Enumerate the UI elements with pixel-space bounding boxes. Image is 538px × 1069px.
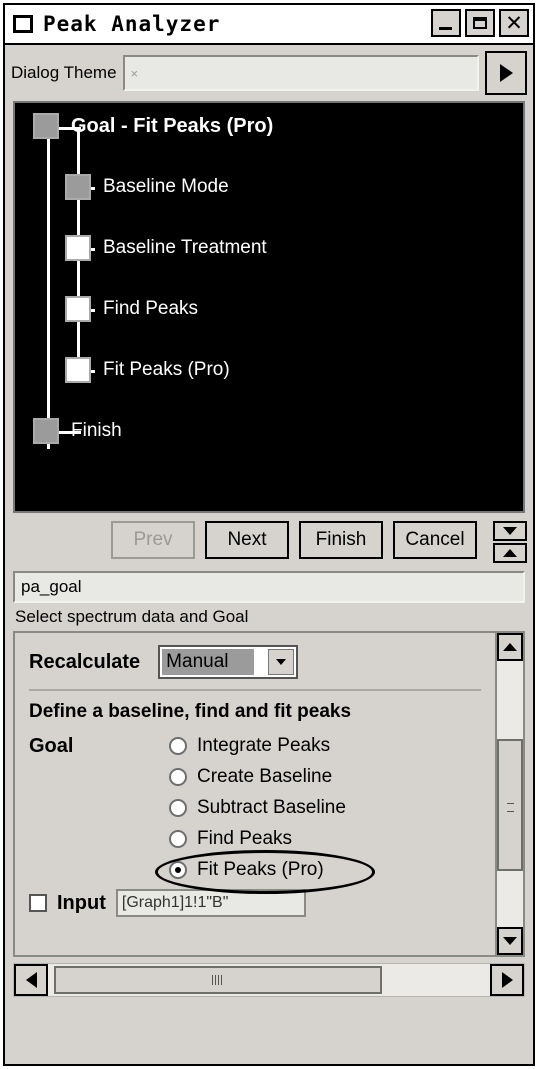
radio-icon [169,737,187,755]
scroll-up-button[interactable] [497,633,523,661]
dialog-theme-label: Dialog Theme [11,63,117,82]
tree-node-goal[interactable]: Goal - Fit Peaks (Pro) [33,113,273,139]
status-text: Select spectrum data and Goal [15,607,249,626]
grip-icon [212,975,224,985]
goal-option-fit-peaks-pro[interactable]: Fit Peaks (Pro) [155,850,375,894]
goal-option-create-baseline[interactable]: Create Baseline [169,766,346,788]
scroll-down-button[interactable] [497,927,523,955]
goal-option-integrate-peaks[interactable]: Integrate Peaks [169,735,346,757]
finish-button[interactable]: Finish [299,521,383,559]
recalculate-combo[interactable]: Manual [158,645,299,679]
title-bar: Peak Analyzer ✕ [5,5,533,45]
maximize-icon [473,17,487,29]
tree-connector [47,139,50,449]
tree-node-box [65,296,91,322]
spinner-down-button[interactable] [493,521,527,541]
goal-radio-group: Integrate Peaks Create Baseline Subtract… [155,735,375,894]
input-value-field[interactable]: [Graph1]1!1"B" [115,889,306,917]
goal-label: Goal [29,735,74,757]
tree-node-label: Goal - Fit Peaks (Pro) [71,114,274,137]
peak-analyzer-window: Peak Analyzer ✕ Dialog Theme × Goal - Fi… [3,3,535,1066]
goal-option-find-peaks[interactable]: Find Peaks [169,828,346,850]
input-checkbox[interactable] [29,894,47,912]
dialog-theme-input[interactable]: × [122,55,479,91]
dialog-theme-apply-button[interactable] [485,51,527,95]
tree-node-baseline-treatment[interactable]: Baseline Treatment [65,235,267,261]
minimize-icon [439,27,452,30]
settings-vertical-scrollbar[interactable] [495,633,523,955]
goal-option-label: Subtract Baseline [197,797,346,818]
radio-icon [169,799,187,817]
radio-icon [169,768,187,786]
wizard-tree-panel: Goal - Fit Peaks (Pro) Baseline Mode Bas… [13,101,525,513]
section-divider [29,689,481,691]
tree-node-box [65,357,91,383]
next-button[interactable]: Next [205,521,289,559]
tree-node-box [33,418,59,444]
recalculate-row: Recalculate Manual [29,645,495,679]
tree-connector [77,187,80,373]
prev-button[interactable]: Prev [111,521,195,559]
goal-block: Goal Integrate Peaks Create Baseline Sub… [29,735,495,894]
close-button[interactable]: ✕ [499,9,529,37]
spinner-up-button[interactable] [493,543,527,563]
scroll-right-button[interactable] [490,964,524,996]
section-title: Define a baseline, find and fit peaks [29,701,352,722]
cancel-button[interactable]: Cancel [393,521,477,559]
minimize-button[interactable] [431,9,461,37]
triangle-left-icon [25,972,37,988]
goal-option-label: Find Peaks [197,828,293,849]
tree-node-box [65,174,91,200]
tree-node-finish[interactable]: Finish [33,418,122,444]
recalculate-value: Manual [162,649,255,675]
recalculate-label: Recalculate [29,650,141,673]
scroll-track[interactable] [497,661,523,927]
window-icon [13,15,33,33]
radio-selected-icon [169,861,187,879]
window-title: Peak Analyzer [43,12,221,36]
triangle-right-icon [501,972,513,988]
panel-resize-spinner [493,521,527,563]
tree-node-label: Finish [71,420,122,441]
page-name-field[interactable]: pa_goal [13,571,525,603]
goal-option-label: Fit Peaks (Pro) [197,859,324,880]
goal-option-label: Integrate Peaks [197,735,331,756]
horizontal-scrollbar[interactable] [13,963,525,997]
chevron-down-icon[interactable] [268,649,295,675]
input-row: Input [Graph1]1!1"B" [29,889,495,917]
goal-option-label: Create Baseline [197,766,333,787]
triangle-up-icon [503,643,517,651]
wizard-button-row: Prev Next Finish Cancel [5,513,533,567]
tree-node-box [65,235,91,261]
play-arrow-icon [499,64,513,82]
triangle-up-icon [503,549,517,557]
tree-node-fit-peaks[interactable]: Fit Peaks (Pro) [65,357,230,383]
dialog-theme-row: Dialog Theme × [5,45,533,99]
triangle-down-icon [503,937,517,945]
tree-node-baseline-mode[interactable]: Baseline Mode [65,174,229,200]
input-label: Input [57,891,106,914]
goal-option-subtract-baseline[interactable]: Subtract Baseline [169,797,346,819]
close-icon: ✕ [505,10,523,35]
window-controls: ✕ [431,9,529,37]
scroll-thumb[interactable] [497,739,523,871]
settings-content: Recalculate Manual Define a baseline, fi… [15,633,495,955]
tree-node-label: Baseline Treatment [103,237,267,258]
tree-node-label: Baseline Mode [103,176,229,197]
horizontal-scroll-track[interactable] [48,964,490,996]
triangle-down-icon [503,527,517,535]
tree-node-label: Fit Peaks (Pro) [103,359,230,380]
maximize-button[interactable] [465,9,495,37]
scroll-left-button[interactable] [14,964,48,996]
tree-node-label: Find Peaks [103,298,199,319]
horizontal-scroll-thumb[interactable] [54,966,382,994]
tree-node-find-peaks[interactable]: Find Peaks [65,296,198,322]
tree-node-box [33,113,59,139]
settings-panel: Recalculate Manual Define a baseline, fi… [13,631,525,957]
radio-icon [169,830,187,848]
